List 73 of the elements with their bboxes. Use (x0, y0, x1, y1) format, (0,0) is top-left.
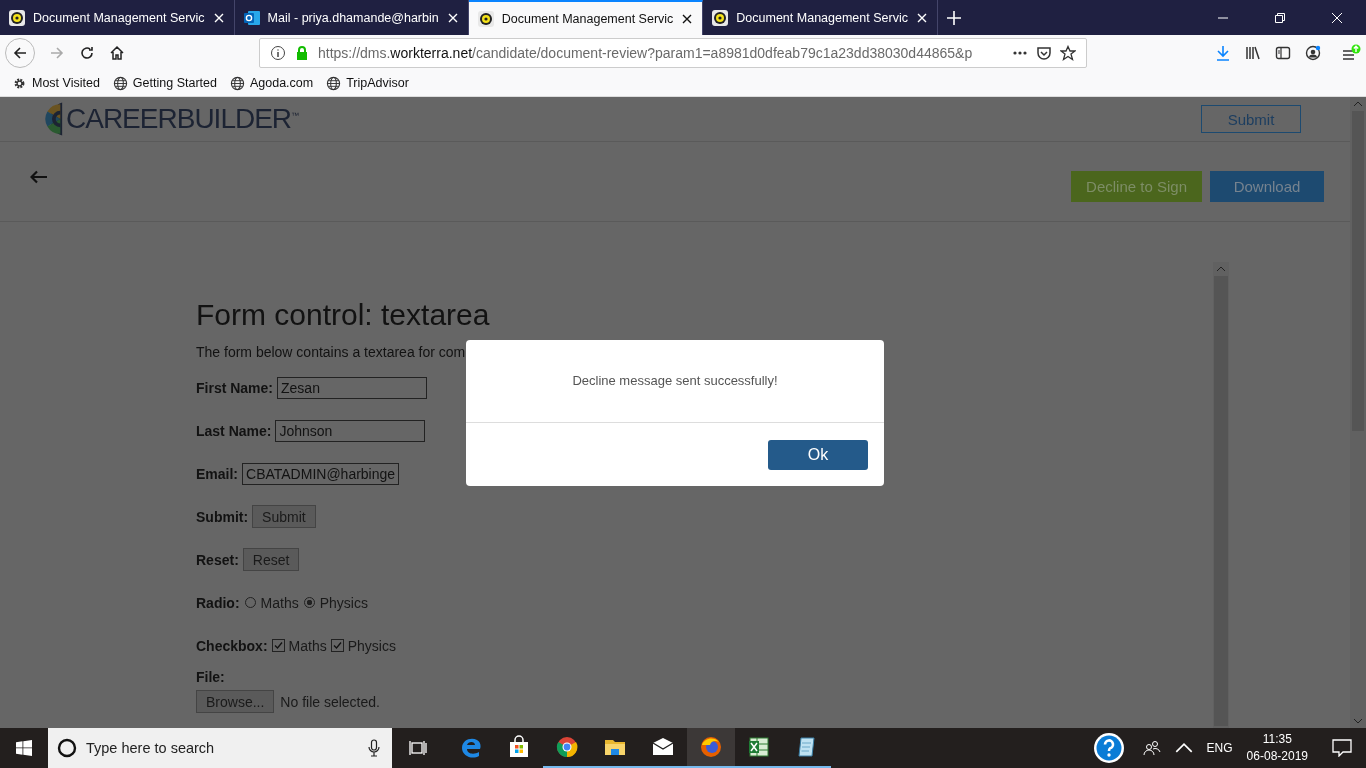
bookmark[interactable]: Agoda.com (229, 75, 314, 91)
microphone-icon[interactable] (368, 739, 380, 757)
download-icon[interactable] (1215, 44, 1231, 61)
globe-icon (229, 75, 245, 91)
store-icon (507, 735, 531, 759)
form-description: The form below contains a textarea for com (196, 344, 467, 360)
logo-text: CAREERBUILDER$^{™}$ (66, 103, 299, 135)
bookmark[interactable]: Getting Started (112, 75, 217, 91)
task-view-icon[interactable] (409, 740, 427, 756)
new-tab-icon[interactable] (945, 9, 962, 26)
globe-icon (326, 75, 342, 91)
account-icon[interactable] (1305, 44, 1321, 61)
taskbar-app[interactable] (687, 728, 735, 768)
scroll-down-icon[interactable] (1353, 718, 1363, 724)
restore-icon[interactable] (1274, 11, 1286, 24)
clock-time: 11:35 (1262, 731, 1292, 748)
sidebar-icon[interactable] (1275, 44, 1291, 61)
checkbox[interactable] (271, 639, 285, 652)
help-icon[interactable] (1092, 732, 1125, 764)
field-label: First Name: (196, 379, 274, 396)
taskbar-search-field[interactable]: Type here to search (48, 728, 392, 768)
form-title: Form control: textarea (196, 298, 491, 332)
address-bar[interactable]: https://dms.workterra.net/candidate/document-review?param1=a8981d0dfeab79c1a23dd38030d44865&p (259, 37, 1087, 68)
field-label: Submit: (196, 508, 249, 525)
notification-icon[interactable] (1332, 739, 1352, 757)
close-icon[interactable] (915, 11, 928, 24)
site-icon (712, 9, 729, 26)
excel-icon (747, 735, 771, 759)
site-icon (477, 10, 494, 27)
field-label: Checkbox: (196, 637, 268, 654)
radio-button[interactable] (303, 597, 315, 608)
reload-icon[interactable] (79, 44, 95, 61)
option-label: Maths (288, 637, 327, 654)
checkbox[interactable] (330, 639, 344, 652)
bookmark[interactable]: TripAdvisor (326, 75, 409, 91)
windows-start-icon[interactable] (16, 740, 32, 756)
field-label: Last Name: (196, 422, 272, 439)
menu-icon[interactable] (1341, 43, 1361, 62)
ok-button[interactable]: Ok (768, 439, 868, 470)
back-arrow-icon[interactable] (30, 169, 48, 184)
mail-icon (243, 9, 260, 26)
padlock-icon (294, 44, 310, 61)
option-label: Maths (260, 594, 299, 611)
dialog-message: Decline message sent successfully! (466, 340, 884, 423)
url-text: https://dms.workterra.net/candidate/document-review?param1=a8981d0dfeab79c1a23dd38030d44865&p (318, 44, 974, 61)
site-icon (9, 9, 25, 26)
field-label: Reset: (196, 551, 239, 568)
people-icon[interactable] (1142, 740, 1161, 756)
scroll-up-icon[interactable] (1353, 101, 1363, 107)
field-label: Email: (196, 465, 238, 482)
home-icon[interactable] (109, 44, 125, 61)
chrome-icon (555, 735, 579, 759)
language-indicator[interactable]: ENG (1206, 741, 1233, 755)
star-icon[interactable] (1060, 44, 1076, 61)
pocket-icon[interactable] (1036, 44, 1052, 61)
browser-tab[interactable]: Document Management Servic (468, 0, 704, 35)
file-status: No file selected. (280, 693, 380, 710)
option-label: Physics (319, 594, 368, 611)
clock-date: 06-08-2019 (1246, 748, 1308, 765)
close-icon[interactable] (681, 12, 694, 25)
back-icon (12, 44, 28, 61)
scrollbar[interactable] (1350, 97, 1366, 728)
library-icon[interactable] (1245, 44, 1261, 61)
info-icon[interactable] (270, 44, 286, 61)
globe-icon (112, 75, 128, 91)
scroll-up-icon[interactable] (1216, 266, 1226, 272)
option-label: Physics (347, 637, 396, 654)
search-icon (57, 738, 77, 758)
firefox-icon (699, 735, 723, 759)
field-label: File: (196, 669, 225, 685)
field-label: Radio: (196, 594, 240, 611)
close-icon[interactable] (446, 11, 459, 24)
bookmark[interactable]: Most Visited (12, 75, 100, 91)
